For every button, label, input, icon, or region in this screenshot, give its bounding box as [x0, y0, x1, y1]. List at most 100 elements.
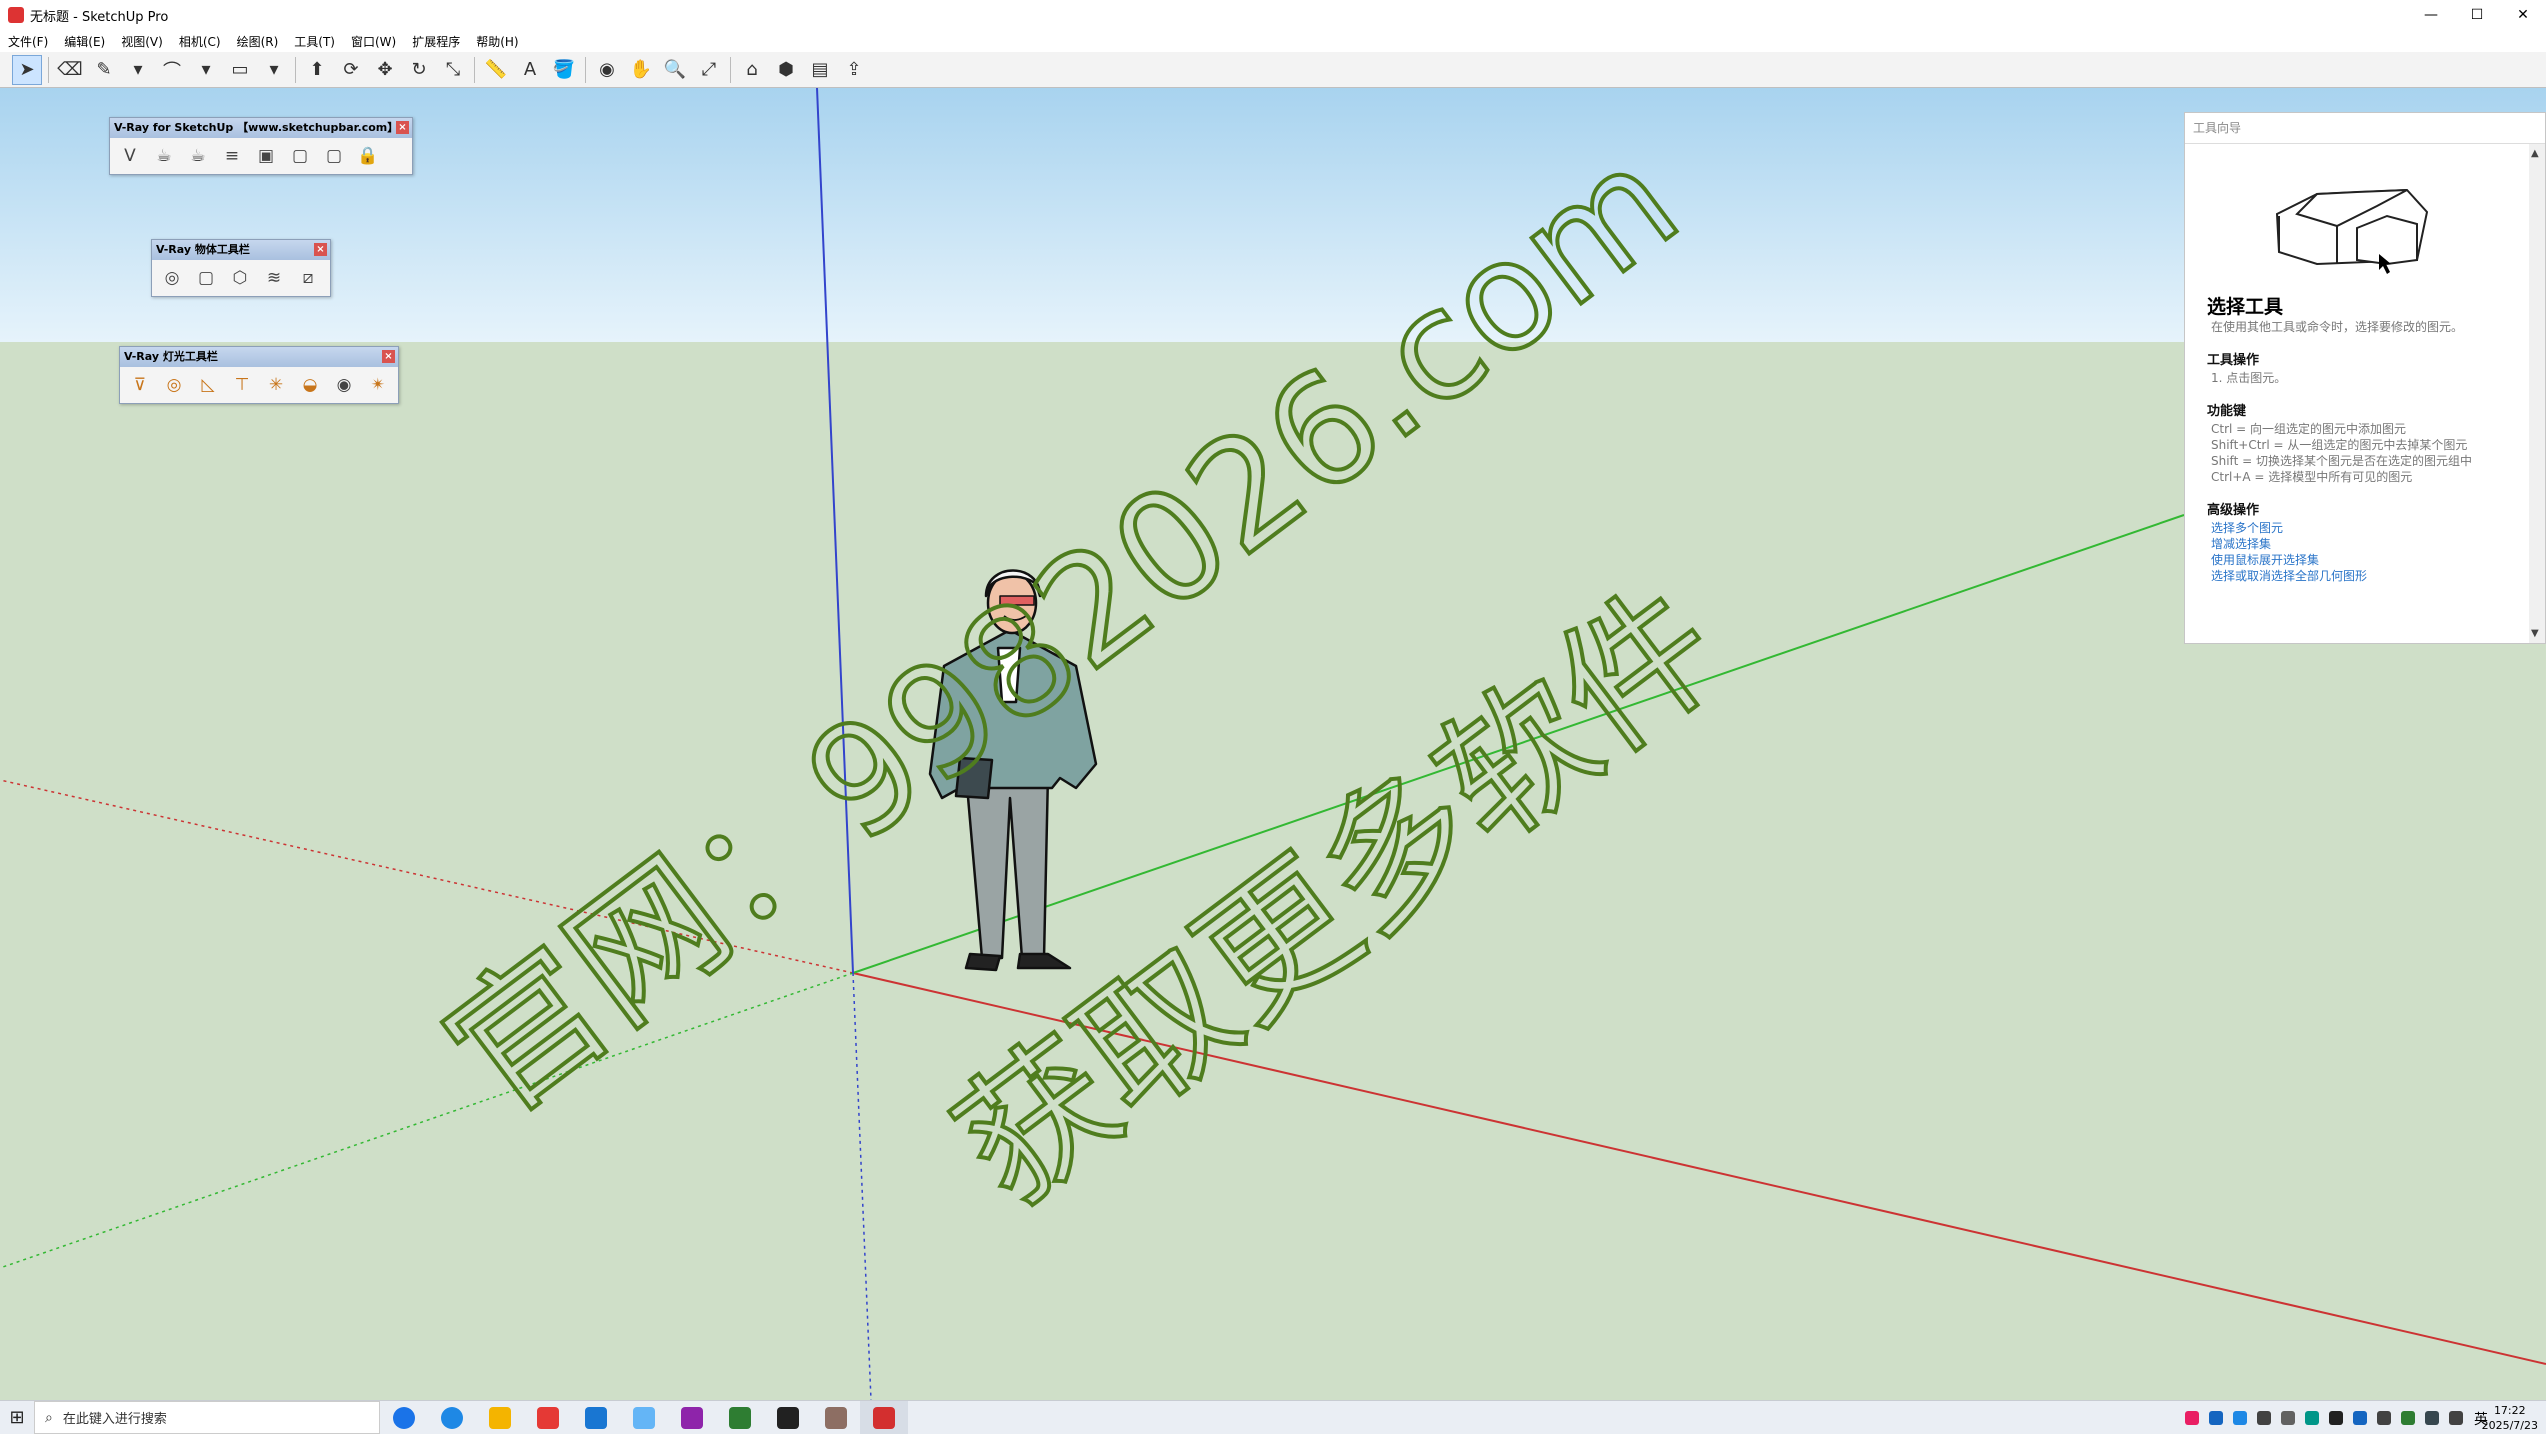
material-editor-icon[interactable]: ☕ — [149, 141, 179, 171]
taskbar-app-cortana[interactable] — [380, 1401, 428, 1434]
tray-icon[interactable] — [2233, 1410, 2247, 1425]
vray-object-toolbar-title[interactable]: V-Ray 物体工具栏 × — [152, 240, 330, 260]
scroll-up-icon[interactable]: ▲ — [2531, 148, 2539, 159]
send-to-layout-button[interactable]: ⇪ — [839, 55, 869, 85]
light-gen-icon[interactable]: ✴ — [363, 370, 393, 400]
omni-light-icon[interactable]: ✳ — [261, 370, 291, 400]
menu-tools[interactable]: 工具(T) — [286, 33, 343, 50]
advanced-link-select-all[interactable]: 选择或取消选择全部几何图形 — [2211, 568, 2507, 584]
text-tool-button[interactable]: A — [515, 55, 545, 85]
instructor-header[interactable]: 工具向导 — [2185, 113, 2545, 144]
menu-edit[interactable]: 编辑(E) — [56, 33, 113, 50]
minimize-button[interactable]: — — [2408, 0, 2454, 30]
export-proxy-icon[interactable]: ⬡ — [225, 263, 255, 293]
windows-start-button[interactable]: ⊞ — [0, 1401, 34, 1434]
export-icon[interactable]: ▣ — [251, 141, 281, 171]
close-button[interactable]: ✕ — [2500, 0, 2546, 30]
tray-icon[interactable] — [2185, 1410, 2199, 1425]
network-icon[interactable] — [2425, 1410, 2439, 1425]
tray-icon[interactable] — [2401, 1410, 2415, 1425]
vray-light-toolbar[interactable]: V-Ray 灯光工具栏 × ⊽ ◎ ◺ ⊤ ✳ ◒ ◉ ✴ — [119, 346, 399, 404]
spot-light-icon[interactable]: ◺ — [193, 370, 223, 400]
proxy-icon[interactable]: ▢ — [191, 263, 221, 293]
scale-tool-button[interactable]: ⤡ — [438, 55, 468, 85]
arc-tool-button[interactable]: ⌒ — [157, 55, 187, 85]
taskbar-app-light[interactable] — [620, 1401, 668, 1434]
rectangle-light-icon[interactable]: ⊽ — [125, 370, 155, 400]
instructor-panel[interactable]: 工具向导 选择工具 在使用其他工具或命令时，选择要修改的图元。 工具操作 1. … — [2184, 112, 2546, 644]
paint-bucket-tool-button[interactable]: 🪣 — [549, 55, 579, 85]
orbit-tool-button[interactable]: ◉ — [592, 55, 622, 85]
menu-camera[interactable]: 相机(C) — [171, 33, 229, 50]
modeling-viewport[interactable]: V-Ray for SketchUp 【www.sketchupbar.com】… — [0, 88, 2546, 1400]
batch-render-icon[interactable]: ▢ — [319, 141, 349, 171]
advanced-link-expand-selection[interactable]: 使用鼠标展开选择集 — [2211, 552, 2507, 568]
zoom-extents-button[interactable]: ⤢ — [694, 55, 724, 85]
close-icon[interactable]: × — [314, 243, 327, 256]
menu-window[interactable]: 窗口(W) — [343, 33, 404, 50]
taskbar-app-brown[interactable] — [812, 1401, 860, 1434]
menu-draw[interactable]: 绘图(R) — [229, 33, 287, 50]
tray-icon[interactable] — [2305, 1410, 2319, 1425]
lock-icon[interactable]: 🔒 — [353, 141, 383, 171]
fur-icon[interactable]: ≋ — [259, 263, 289, 293]
taskbar-app-dark[interactable] — [764, 1401, 812, 1434]
rt-render-icon[interactable]: ≡ — [217, 141, 247, 171]
taskbar-app-explorer[interactable] — [476, 1401, 524, 1434]
scale-figure[interactable] — [928, 569, 1098, 972]
maximize-button[interactable]: ☐ — [2454, 0, 2500, 30]
clipper-icon[interactable]: ⧄ — [293, 263, 323, 293]
taskbar-clock[interactable]: 17:22 2025/7/23 — [2482, 1403, 2538, 1433]
warehouse-button[interactable]: ⌂ — [737, 55, 767, 85]
taskbar-app-green[interactable] — [716, 1401, 764, 1434]
rectangle-tool-button[interactable]: ▭ — [225, 55, 255, 85]
taskbar-app-wps[interactable] — [524, 1401, 572, 1434]
taskbar-app-blue[interactable] — [572, 1401, 620, 1434]
dome-light-icon[interactable]: ◒ — [295, 370, 325, 400]
menu-help[interactable]: 帮助(H) — [468, 33, 526, 50]
infinite-plane-icon[interactable]: ◎ — [157, 263, 187, 293]
layout-button[interactable]: ▤ — [805, 55, 835, 85]
arc-dropdown-button[interactable]: ▾ — [191, 55, 221, 85]
taskbar-app-purple[interactable] — [668, 1401, 716, 1434]
ies-light-icon[interactable]: ⊤ — [227, 370, 257, 400]
menu-view[interactable]: 视图(V) — [113, 33, 171, 50]
frame-buffer-icon[interactable]: ▢ — [285, 141, 315, 171]
vray-main-toolbar-title[interactable]: V-Ray for SketchUp 【www.sketchupbar.com】… — [110, 118, 412, 138]
tray-icon[interactable] — [2209, 1410, 2223, 1425]
tray-icon[interactable] — [2329, 1410, 2343, 1425]
eraser-tool-button[interactable]: ⌫ — [55, 55, 85, 85]
tray-icon[interactable] — [2377, 1410, 2391, 1425]
taskbar-app-sketchup[interactable] — [860, 1401, 908, 1434]
rotate-tool-button[interactable]: ↻ — [404, 55, 434, 85]
move-tool-button[interactable]: ✥ — [370, 55, 400, 85]
advanced-link-select-multiple[interactable]: 选择多个图元 — [2211, 520, 2507, 536]
close-icon[interactable]: × — [396, 121, 409, 134]
pan-tool-button[interactable]: ✋ — [626, 55, 656, 85]
vray-object-toolbar[interactable]: V-Ray 物体工具栏 × ◎ ▢ ⬡ ≋ ⧄ — [151, 239, 331, 297]
menu-file[interactable]: 文件(F) — [0, 33, 56, 50]
push-pull-tool-button[interactable]: ⬆ — [302, 55, 332, 85]
bluetooth-icon[interactable] — [2353, 1410, 2367, 1425]
tray-icon[interactable] — [2257, 1410, 2271, 1425]
zoom-tool-button[interactable]: 🔍 — [660, 55, 690, 85]
taskbar-app-edge[interactable] — [428, 1401, 476, 1434]
vray-light-toolbar-title[interactable]: V-Ray 灯光工具栏 × — [120, 347, 398, 367]
sphere-light-icon[interactable]: ◎ — [159, 370, 189, 400]
scroll-down-icon[interactable]: ▼ — [2531, 628, 2539, 639]
vray-options-icon[interactable]: V — [115, 141, 145, 171]
render-icon[interactable]: ☕ — [183, 141, 213, 171]
volume-icon[interactable] — [2449, 1410, 2463, 1425]
tape-measure-tool-button[interactable]: 📏 — [481, 55, 511, 85]
tray-icon[interactable] — [2281, 1410, 2295, 1425]
instructor-scrollbar[interactable]: ▲ ▼ — [2529, 144, 2545, 643]
menu-extensions[interactable]: 扩展程序 — [404, 33, 468, 50]
pencil-tool-button[interactable]: ✎ — [89, 55, 119, 85]
close-icon[interactable]: × — [382, 350, 395, 363]
offset-tool-button[interactable]: ⟳ — [336, 55, 366, 85]
taskbar-search[interactable]: ⌕ 在此键入进行搜索 — [34, 1401, 380, 1434]
line-dropdown-button[interactable]: ▾ — [123, 55, 153, 85]
extension-warehouse-button[interactable]: ⬢ — [771, 55, 801, 85]
advanced-link-add-remove-selection[interactable]: 增减选择集 — [2211, 536, 2507, 552]
shape-dropdown-button[interactable]: ▾ — [259, 55, 289, 85]
